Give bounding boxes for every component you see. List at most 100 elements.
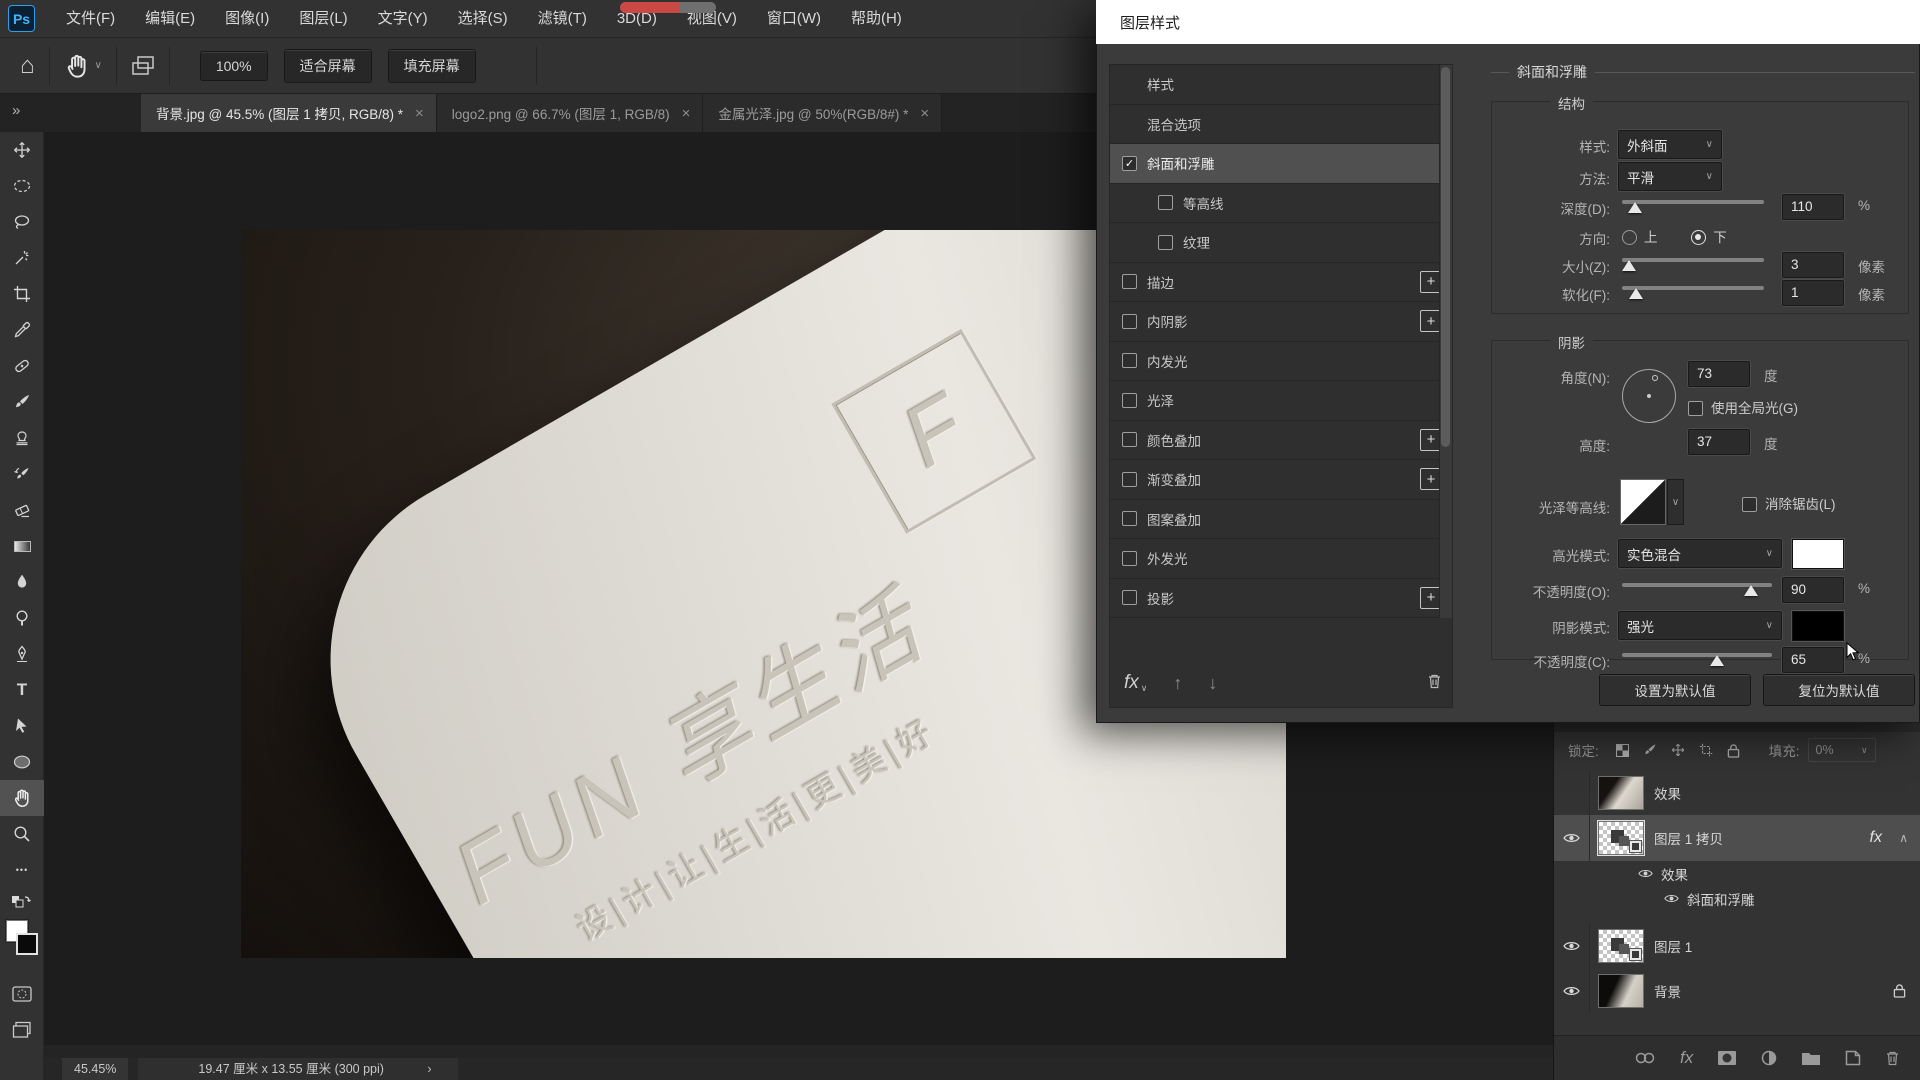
list-item-color-overlay[interactable]: 颜色叠加 + bbox=[1110, 421, 1452, 460]
list-item-inner-shadow[interactable]: 内阴影 + bbox=[1110, 302, 1452, 342]
angle-dial[interactable] bbox=[1622, 369, 1676, 423]
shape-tool[interactable] bbox=[0, 744, 44, 780]
checkbox[interactable] bbox=[1122, 471, 1137, 487]
marquee-tool[interactable] bbox=[0, 168, 44, 204]
status-zoom-level[interactable]: 45.45% bbox=[62, 1058, 129, 1080]
add-layer-mask-button[interactable] bbox=[1717, 1050, 1737, 1066]
layer-thumbnail[interactable] bbox=[1598, 973, 1644, 1008]
add-layer-style-button[interactable]: fx bbox=[1680, 1048, 1693, 1068]
menu-window[interactable]: 窗口(W) bbox=[752, 0, 836, 38]
photoshop-logo[interactable]: Ps bbox=[8, 5, 35, 32]
list-item-styles[interactable]: 样式 bbox=[1110, 65, 1452, 105]
set-default-button[interactable]: 设置为默认值 bbox=[1599, 674, 1751, 706]
highlight-opacity-input[interactable]: 90 bbox=[1782, 577, 1844, 603]
close-icon[interactable]: × bbox=[682, 105, 691, 122]
menu-image[interactable]: 图像(I) bbox=[210, 0, 284, 38]
tab-document-1[interactable]: 背景.jpg @ 45.5% (图层 1 拷贝, RGB/8) * × bbox=[141, 94, 437, 132]
new-group-button[interactable] bbox=[1801, 1051, 1821, 1066]
list-item-pattern-overlay[interactable]: 图案叠加 bbox=[1110, 500, 1452, 539]
eraser-tool[interactable] bbox=[0, 492, 44, 528]
size-slider[interactable] bbox=[1622, 256, 1764, 272]
altitude-input[interactable]: 37 bbox=[1688, 429, 1750, 455]
shadow-mode-select[interactable]: 强光 ∨ bbox=[1618, 611, 1782, 640]
lock-all-icon[interactable] bbox=[1727, 743, 1740, 758]
soften-input[interactable]: 1 bbox=[1782, 280, 1844, 306]
tab-document-2[interactable]: logo2.png @ 66.7% (图层 1, RGB/8) × bbox=[436, 94, 704, 132]
move-style-down-button[interactable]: ↓ bbox=[1208, 673, 1217, 694]
checkbox[interactable] bbox=[1122, 392, 1137, 408]
soften-slider[interactable] bbox=[1622, 284, 1764, 300]
layer-row-effects-top[interactable]: 效果 bbox=[1554, 771, 1920, 815]
quick-mask-button[interactable] bbox=[0, 976, 44, 1012]
delete-layer-button[interactable] bbox=[1885, 1050, 1900, 1066]
dialog-title-bar[interactable]: 图层样式 bbox=[1096, 0, 1920, 44]
checkbox[interactable] bbox=[1158, 195, 1173, 211]
hand-tool[interactable] bbox=[0, 780, 44, 816]
chevron-down-icon[interactable]: ∨ bbox=[95, 60, 102, 71]
lock-position-icon[interactable] bbox=[1671, 743, 1685, 757]
arrange-windows-icon[interactable] bbox=[131, 55, 155, 77]
visibility-toggle[interactable] bbox=[1554, 923, 1590, 968]
lock-transparency-icon[interactable] bbox=[1615, 743, 1629, 757]
screen-mode-button[interactable] bbox=[0, 1012, 44, 1048]
chevron-right-icon[interactable]: › bbox=[427, 1062, 431, 1076]
background-color-swatch[interactable] bbox=[16, 933, 38, 955]
type-tool[interactable]: T bbox=[0, 672, 44, 708]
eyedropper-tool[interactable] bbox=[0, 312, 44, 348]
visibility-toggle[interactable] bbox=[1554, 771, 1590, 815]
delete-style-button[interactable] bbox=[1427, 673, 1442, 694]
dodge-tool[interactable] bbox=[0, 600, 44, 636]
size-input[interactable]: 3 bbox=[1782, 252, 1844, 278]
close-icon[interactable]: × bbox=[920, 105, 929, 122]
shadow-color-swatch[interactable] bbox=[1792, 611, 1844, 641]
fx-menu-button[interactable]: fx bbox=[1124, 672, 1139, 694]
lock-pixels-icon[interactable] bbox=[1643, 743, 1657, 757]
list-item-satin[interactable]: 光泽 bbox=[1110, 381, 1452, 421]
clone-stamp-tool[interactable] bbox=[0, 420, 44, 456]
depth-slider[interactable] bbox=[1622, 198, 1764, 214]
move-tool[interactable] bbox=[0, 132, 44, 168]
fx-badge[interactable]: fx bbox=[1870, 829, 1882, 847]
pen-tool[interactable] bbox=[0, 636, 44, 672]
reset-default-button[interactable]: 复位为默认值 bbox=[1763, 674, 1915, 706]
fill-screen-button[interactable]: 填充屏幕 bbox=[387, 48, 476, 83]
menu-filter[interactable]: 滤镜(T) bbox=[523, 0, 602, 38]
checkbox[interactable] bbox=[1122, 550, 1137, 566]
tab-document-3[interactable]: 金属光泽.jpg @ 50%(RGB/8#) * × bbox=[703, 94, 943, 132]
use-global-light-checkbox[interactable] bbox=[1688, 401, 1703, 416]
swap-colors-button[interactable] bbox=[0, 888, 44, 914]
link-layers-button[interactable] bbox=[1634, 1051, 1656, 1065]
status-document-info[interactable]: 19.47 厘米 x 13.55 厘米 (300 ppi) › bbox=[138, 1058, 458, 1080]
list-item-outer-glow[interactable]: 外发光 bbox=[1110, 539, 1452, 579]
fit-screen-button[interactable]: 适合屏幕 bbox=[283, 48, 372, 83]
menu-help[interactable]: 帮助(H) bbox=[836, 0, 917, 38]
menu-layer[interactable]: 图层(L) bbox=[284, 0, 362, 38]
lasso-tool[interactable] bbox=[0, 204, 44, 240]
gloss-contour-dropdown[interactable]: ∨ bbox=[1667, 479, 1684, 525]
shadow-opacity-input[interactable]: 65 bbox=[1782, 647, 1844, 673]
depth-input[interactable]: 110 bbox=[1782, 194, 1844, 220]
checkbox[interactable] bbox=[1122, 353, 1137, 369]
list-item-bevel-emboss[interactable]: ✓ 斜面和浮雕 bbox=[1110, 144, 1452, 184]
list-item-blending-options[interactable]: 混合选项 bbox=[1110, 105, 1452, 144]
list-item-drop-shadow[interactable]: 投影 + bbox=[1110, 579, 1452, 618]
visibility-toggle[interactable] bbox=[1638, 868, 1653, 879]
checkbox[interactable] bbox=[1122, 511, 1137, 527]
adjustment-layer-button[interactable] bbox=[1761, 1050, 1777, 1066]
visibility-toggle[interactable] bbox=[1664, 893, 1679, 904]
horizontal-scrollbar[interactable] bbox=[44, 1045, 1553, 1058]
gradient-tool[interactable] bbox=[0, 528, 44, 564]
direction-up-radio[interactable] bbox=[1622, 230, 1637, 245]
menu-file[interactable]: 文件(F) bbox=[51, 0, 130, 38]
checkbox-checked[interactable]: ✓ bbox=[1122, 155, 1137, 171]
hand-tool-icon[interactable] bbox=[64, 53, 90, 79]
close-icon[interactable]: × bbox=[415, 105, 424, 122]
brush-tool[interactable] bbox=[0, 384, 44, 420]
layer-row-bevel-emboss-sub[interactable]: 斜面和浮雕 bbox=[1554, 886, 1920, 911]
highlight-opacity-slider[interactable] bbox=[1622, 581, 1772, 597]
move-style-up-button[interactable]: ↑ bbox=[1173, 673, 1182, 694]
layer-thumbnail[interactable] bbox=[1598, 776, 1644, 810]
crop-tool[interactable] bbox=[0, 276, 44, 312]
shadow-opacity-slider[interactable] bbox=[1622, 651, 1772, 667]
zoom-100-button[interactable]: 100% bbox=[199, 50, 268, 81]
